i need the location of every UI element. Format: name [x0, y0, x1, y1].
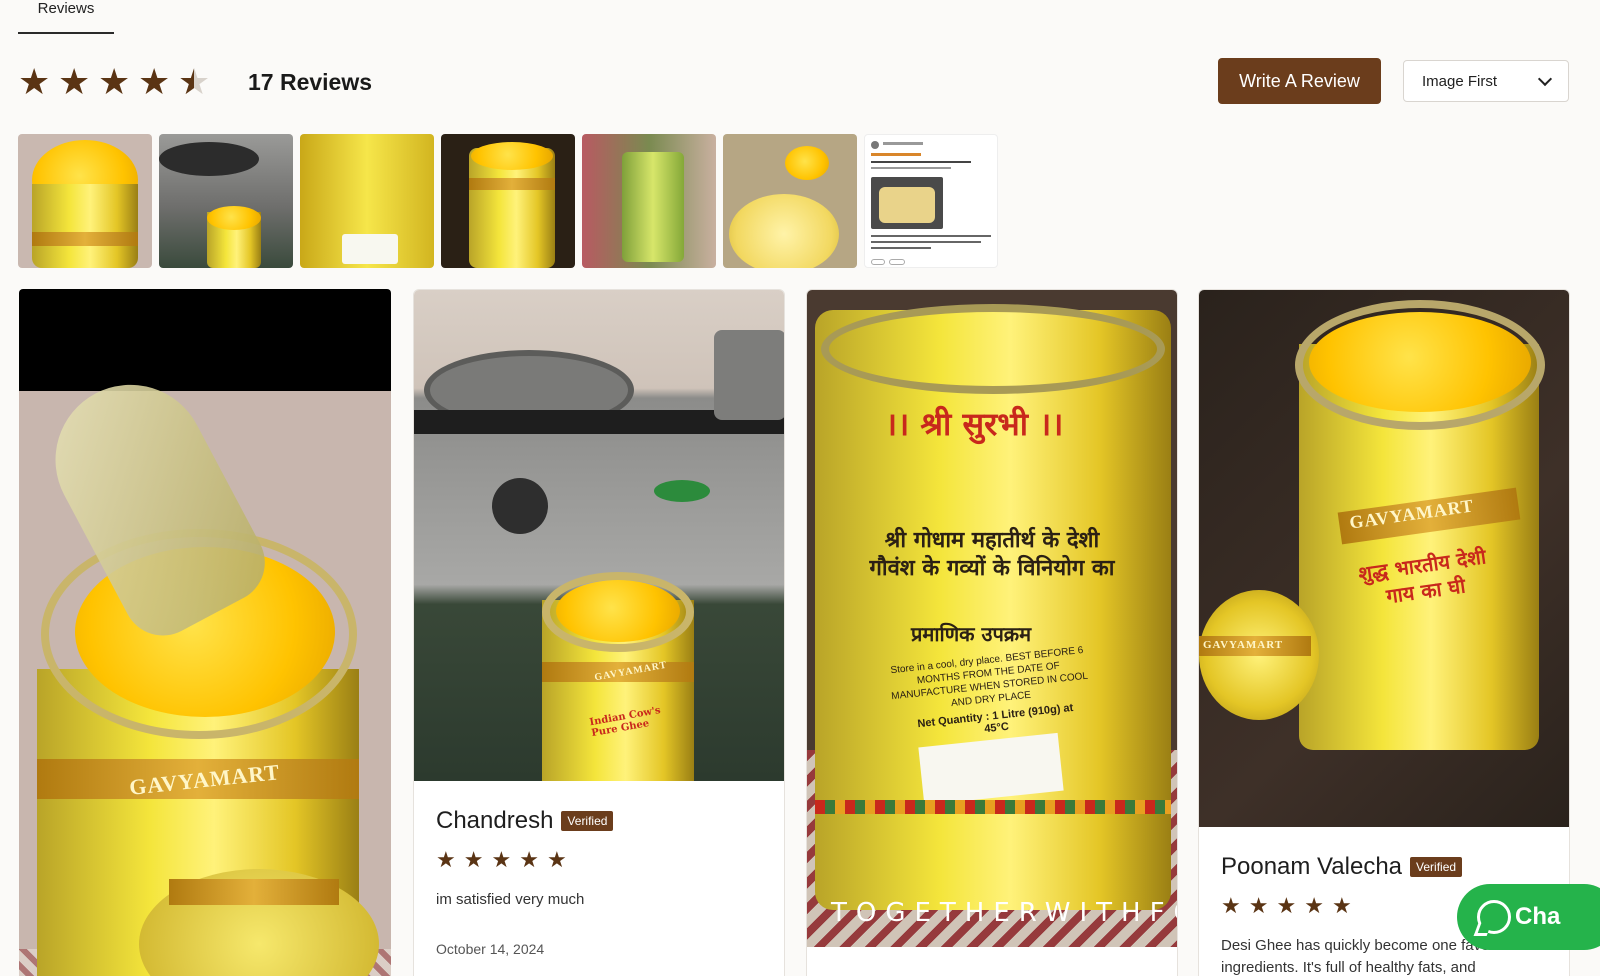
photo-watermark: TOGETHERWITHFOOD — [831, 898, 1177, 928]
thumbnail-5[interactable] — [582, 134, 716, 268]
thumbnail-3[interactable] — [300, 134, 434, 268]
star-icon: ★ — [1331, 893, 1352, 918]
star-icon: ★ — [138, 61, 171, 102]
thumbnail-7-screenshot[interactable] — [864, 134, 998, 268]
star-icon: ★ — [1276, 893, 1297, 918]
verified-badge: Verified — [1410, 857, 1463, 877]
write-review-button[interactable]: Write A Review — [1218, 58, 1381, 104]
sort-select[interactable]: Image First — [1403, 60, 1569, 102]
reviewer-name: Poonam Valecha — [1221, 853, 1403, 880]
star-icon: ★ — [1304, 893, 1324, 918]
whatsapp-chat-button[interactable]: Cha — [1457, 884, 1600, 950]
review-stars: ★ ★ ★ ★ ★ — [436, 847, 762, 873]
star-icon: ★ — [1221, 893, 1241, 918]
star-icon: ★ — [18, 61, 51, 102]
star-icon: ★ — [546, 847, 567, 872]
tab-reviews[interactable]: Reviews — [18, 0, 114, 17]
review-text: im satisfied very much — [436, 891, 585, 908]
review-card-1[interactable]: GAVYAMART — [19, 289, 391, 976]
star-icon: ★ — [98, 61, 131, 102]
can-hindi-text-1: श्री गोधाम महातीर्थ के देशी गौवंश के गव्… — [869, 527, 1115, 581]
review-body: Chandresh Verified ★ ★ ★ ★ ★ im satisfied ve… — [414, 781, 784, 957]
sort-selected-value: Image First — [1422, 72, 1498, 90]
review-card-4[interactable]: GAVYAMART शुद्ध भारतीय देशी गाय का घी GA… — [1198, 289, 1570, 976]
thumbnail-1[interactable] — [18, 134, 152, 268]
can-hindi-title: ।। श्री सुरभी ।। — [885, 405, 1064, 443]
lid-brand-text: GAVYAMART — [1203, 639, 1284, 651]
reviewer-name: Chandresh — [436, 807, 554, 834]
star-icon: ★ — [519, 847, 539, 872]
average-rating-stars: ★ ★ ★ ★ ★★ — [18, 64, 210, 100]
review-date: October 14, 2024 — [436, 941, 545, 957]
review-photo: GAVYAMART शुद्ध भारतीय देशी गाय का घी GA… — [1199, 290, 1569, 827]
review-count: 17 Reviews — [248, 68, 373, 95]
chevron-down-icon — [1537, 71, 1553, 86]
review-card-2[interactable]: GAVYAMART Indian Cow's Pure Ghee Chandre… — [413, 289, 785, 976]
whatsapp-icon — [1477, 900, 1511, 934]
thumbnail-2[interactable] — [159, 134, 293, 268]
star-icon: ★ — [491, 847, 512, 872]
rating-summary: ★ ★ ★ ★ ★★ 17 Reviews — [18, 60, 372, 104]
star-icon: ★ — [1248, 893, 1269, 918]
can-hindi-text-2: प्रमाणिक उपक्रम — [911, 622, 1032, 646]
review-photo: GAVYAMART — [19, 289, 391, 976]
thumbnail-6[interactable] — [723, 134, 857, 268]
review-photo: ।। श्री सुरभी ।। श्री गोधाम महातीर्थ के … — [807, 290, 1177, 947]
review-card-3[interactable]: ।। श्री सुरभी ।। श्री गोधाम महातीर्थ के … — [806, 289, 1178, 976]
review-image-thumbnails — [18, 134, 998, 268]
star-icon: ★ — [463, 847, 484, 872]
review-photo: GAVYAMART Indian Cow's Pure Ghee — [414, 290, 784, 781]
star-icon: ★ — [436, 847, 456, 872]
thumbnail-4[interactable] — [441, 134, 575, 268]
chat-label: Cha — [1515, 903, 1561, 930]
verified-badge: Verified — [561, 811, 614, 831]
active-tab-indicator — [18, 32, 114, 34]
half-star-icon: ★★ — [178, 61, 211, 102]
star-icon: ★ — [58, 61, 91, 102]
